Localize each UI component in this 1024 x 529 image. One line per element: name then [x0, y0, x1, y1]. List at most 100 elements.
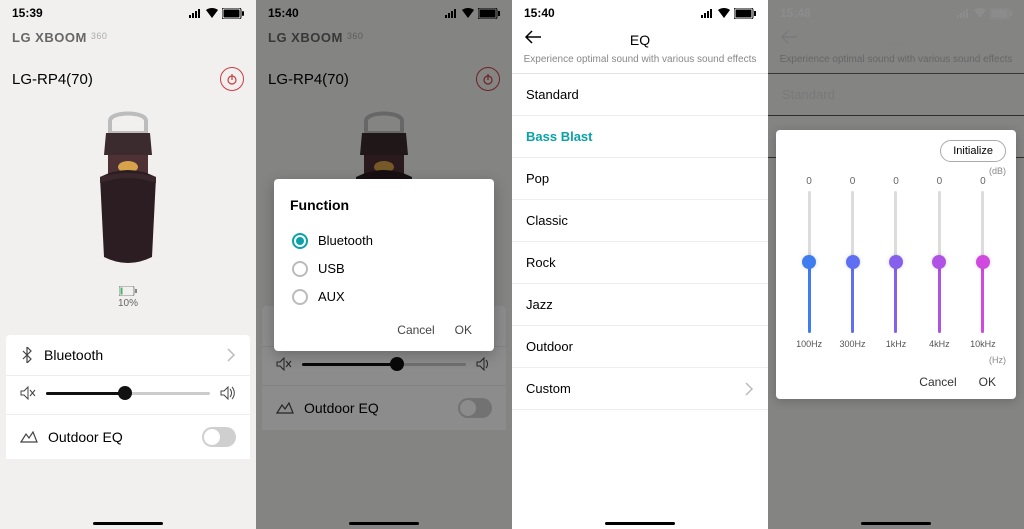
page-subtitle: Experience optimal sound with various so… — [768, 54, 1024, 74]
page-header: EQ — [512, 22, 768, 54]
page-title: EQ — [886, 32, 906, 48]
preset-classic[interactable]: Classic — [512, 200, 768, 242]
outdoor-toggle[interactable] — [202, 427, 236, 447]
page-header: EQ — [768, 22, 1024, 54]
volume-icon — [476, 357, 492, 371]
dialog-title: Function — [290, 197, 478, 213]
status-bar: 15:48 — [768, 0, 1024, 22]
back-button[interactable] — [524, 30, 542, 47]
initialize-button[interactable]: Initialize — [940, 140, 1006, 162]
row-volume[interactable] — [262, 346, 506, 385]
device-name: LG-RP4(70) — [268, 71, 349, 88]
screen-eq-list: 15:40 EQ Experience optimal sound with v… — [512, 0, 768, 529]
slider-300hz[interactable]: 0 300Hz — [833, 176, 871, 349]
mountain-icon — [276, 402, 294, 414]
cellular-icon — [189, 9, 200, 18]
option-bluetooth[interactable]: Bluetooth — [290, 227, 478, 255]
volume-icon — [220, 386, 236, 400]
chevron-right-icon — [744, 382, 754, 396]
wifi-icon — [461, 8, 475, 19]
chevron-right-icon — [226, 348, 236, 362]
eq-preset-list: Standard Bass Blast Pop Classic Rock Jaz… — [512, 74, 768, 410]
back-button[interactable] — [780, 30, 798, 47]
cancel-button[interactable]: Cancel — [397, 323, 434, 337]
preset-standard[interactable]: Standard — [512, 74, 768, 116]
slider-100hz[interactable]: 0 100Hz — [790, 176, 828, 349]
bluetooth-icon — [20, 347, 34, 363]
device-image: 10% — [0, 95, 256, 315]
volume-mute-icon — [276, 357, 292, 371]
device-battery: 10% — [0, 286, 256, 309]
clock: 15:40 — [524, 6, 555, 20]
function-dialog: Function Bluetooth USB AUX Cancel OK — [274, 179, 494, 351]
row-label: Bluetooth — [44, 347, 103, 363]
battery-icon — [478, 8, 500, 19]
option-aux[interactable]: AUX — [290, 283, 478, 311]
status-icons — [445, 8, 500, 19]
slider-1khz[interactable]: 0 1kHz — [877, 176, 915, 349]
custom-eq-dialog: Initialize (dB) 0 100Hz 0 300Hz 0 1kHz 0 — [776, 130, 1016, 399]
screen-home: 15:39 LG XBOOM 360 LG-RP4(70) 10% — [0, 0, 256, 529]
wifi-icon — [717, 8, 731, 19]
preset-custom[interactable]: Custom — [512, 368, 768, 410]
ok-button[interactable]: OK — [455, 323, 472, 337]
radio-icon — [292, 233, 308, 249]
radio-icon — [292, 289, 308, 305]
status-bar: 15:40 — [512, 0, 768, 22]
battery-icon — [990, 8, 1012, 19]
home-indicator[interactable] — [93, 522, 163, 525]
option-label: AUX — [318, 289, 345, 304]
battery-icon — [222, 8, 244, 19]
eq-sliders: 0 100Hz 0 300Hz 0 1kHz 0 4kHz 0 — [786, 176, 1006, 353]
preset-standard: Standard — [768, 74, 1024, 116]
status-icons — [701, 8, 756, 19]
mountain-icon — [20, 431, 38, 443]
battery-icon — [734, 8, 756, 19]
cellular-icon — [957, 9, 968, 18]
volume-slider[interactable] — [46, 392, 210, 395]
option-usb[interactable]: USB — [290, 255, 478, 283]
page-subtitle: Experience optimal sound with various so… — [512, 54, 768, 74]
power-button[interactable] — [476, 67, 500, 91]
preset-bass-blast[interactable]: Bass Blast — [512, 116, 768, 158]
preset-pop[interactable]: Pop — [512, 158, 768, 200]
screen-function-dialog: 15:40 LG XBOOM 360 LG-RP4(70) Bluetooth — [256, 0, 512, 529]
status-bar: 15:39 — [0, 0, 256, 22]
status-bar: 15:40 — [256, 0, 512, 22]
brand-label: LG XBOOM 360 — [256, 22, 512, 49]
main-list: Bluetooth Outdoor EQ — [6, 335, 250, 459]
wifi-icon — [973, 8, 987, 19]
option-label: USB — [318, 261, 345, 276]
unit-db: (dB) — [786, 166, 1006, 176]
home-indicator[interactable] — [861, 522, 931, 525]
preset-outdoor[interactable]: Outdoor — [512, 326, 768, 368]
cancel-button[interactable]: Cancel — [919, 375, 956, 389]
power-button[interactable] — [220, 67, 244, 91]
ok-button[interactable]: OK — [979, 375, 996, 389]
row-label: Outdoor EQ — [48, 429, 123, 445]
home-indicator[interactable] — [349, 522, 419, 525]
volume-mute-icon — [20, 386, 36, 400]
row-bluetooth[interactable]: Bluetooth — [6, 335, 250, 375]
radio-icon — [292, 261, 308, 277]
outdoor-toggle[interactable] — [458, 398, 492, 418]
option-label: Bluetooth — [318, 233, 373, 248]
row-outdoor-eq[interactable]: Outdoor EQ — [6, 414, 250, 459]
unit-hz: (Hz) — [786, 355, 1006, 365]
cellular-icon — [701, 9, 712, 18]
brand-label: LG XBOOM 360 — [0, 22, 256, 49]
slider-4khz[interactable]: 0 4kHz — [920, 176, 958, 349]
preset-rock[interactable]: Rock — [512, 242, 768, 284]
device-name: LG-RP4(70) — [12, 71, 93, 88]
clock: 15:40 — [268, 6, 299, 20]
page-title: EQ — [630, 32, 650, 48]
screen-eq-custom: 15:48 EQ Experience optimal sound with v… — [768, 0, 1024, 529]
row-volume[interactable] — [6, 375, 250, 414]
volume-slider[interactable] — [302, 363, 466, 366]
cellular-icon — [445, 9, 456, 18]
home-indicator[interactable] — [605, 522, 675, 525]
row-outdoor-eq[interactable]: Outdoor EQ — [262, 385, 506, 430]
slider-10khz[interactable]: 0 10kHz — [964, 176, 1002, 349]
status-icons — [957, 8, 1012, 19]
preset-jazz[interactable]: Jazz — [512, 284, 768, 326]
